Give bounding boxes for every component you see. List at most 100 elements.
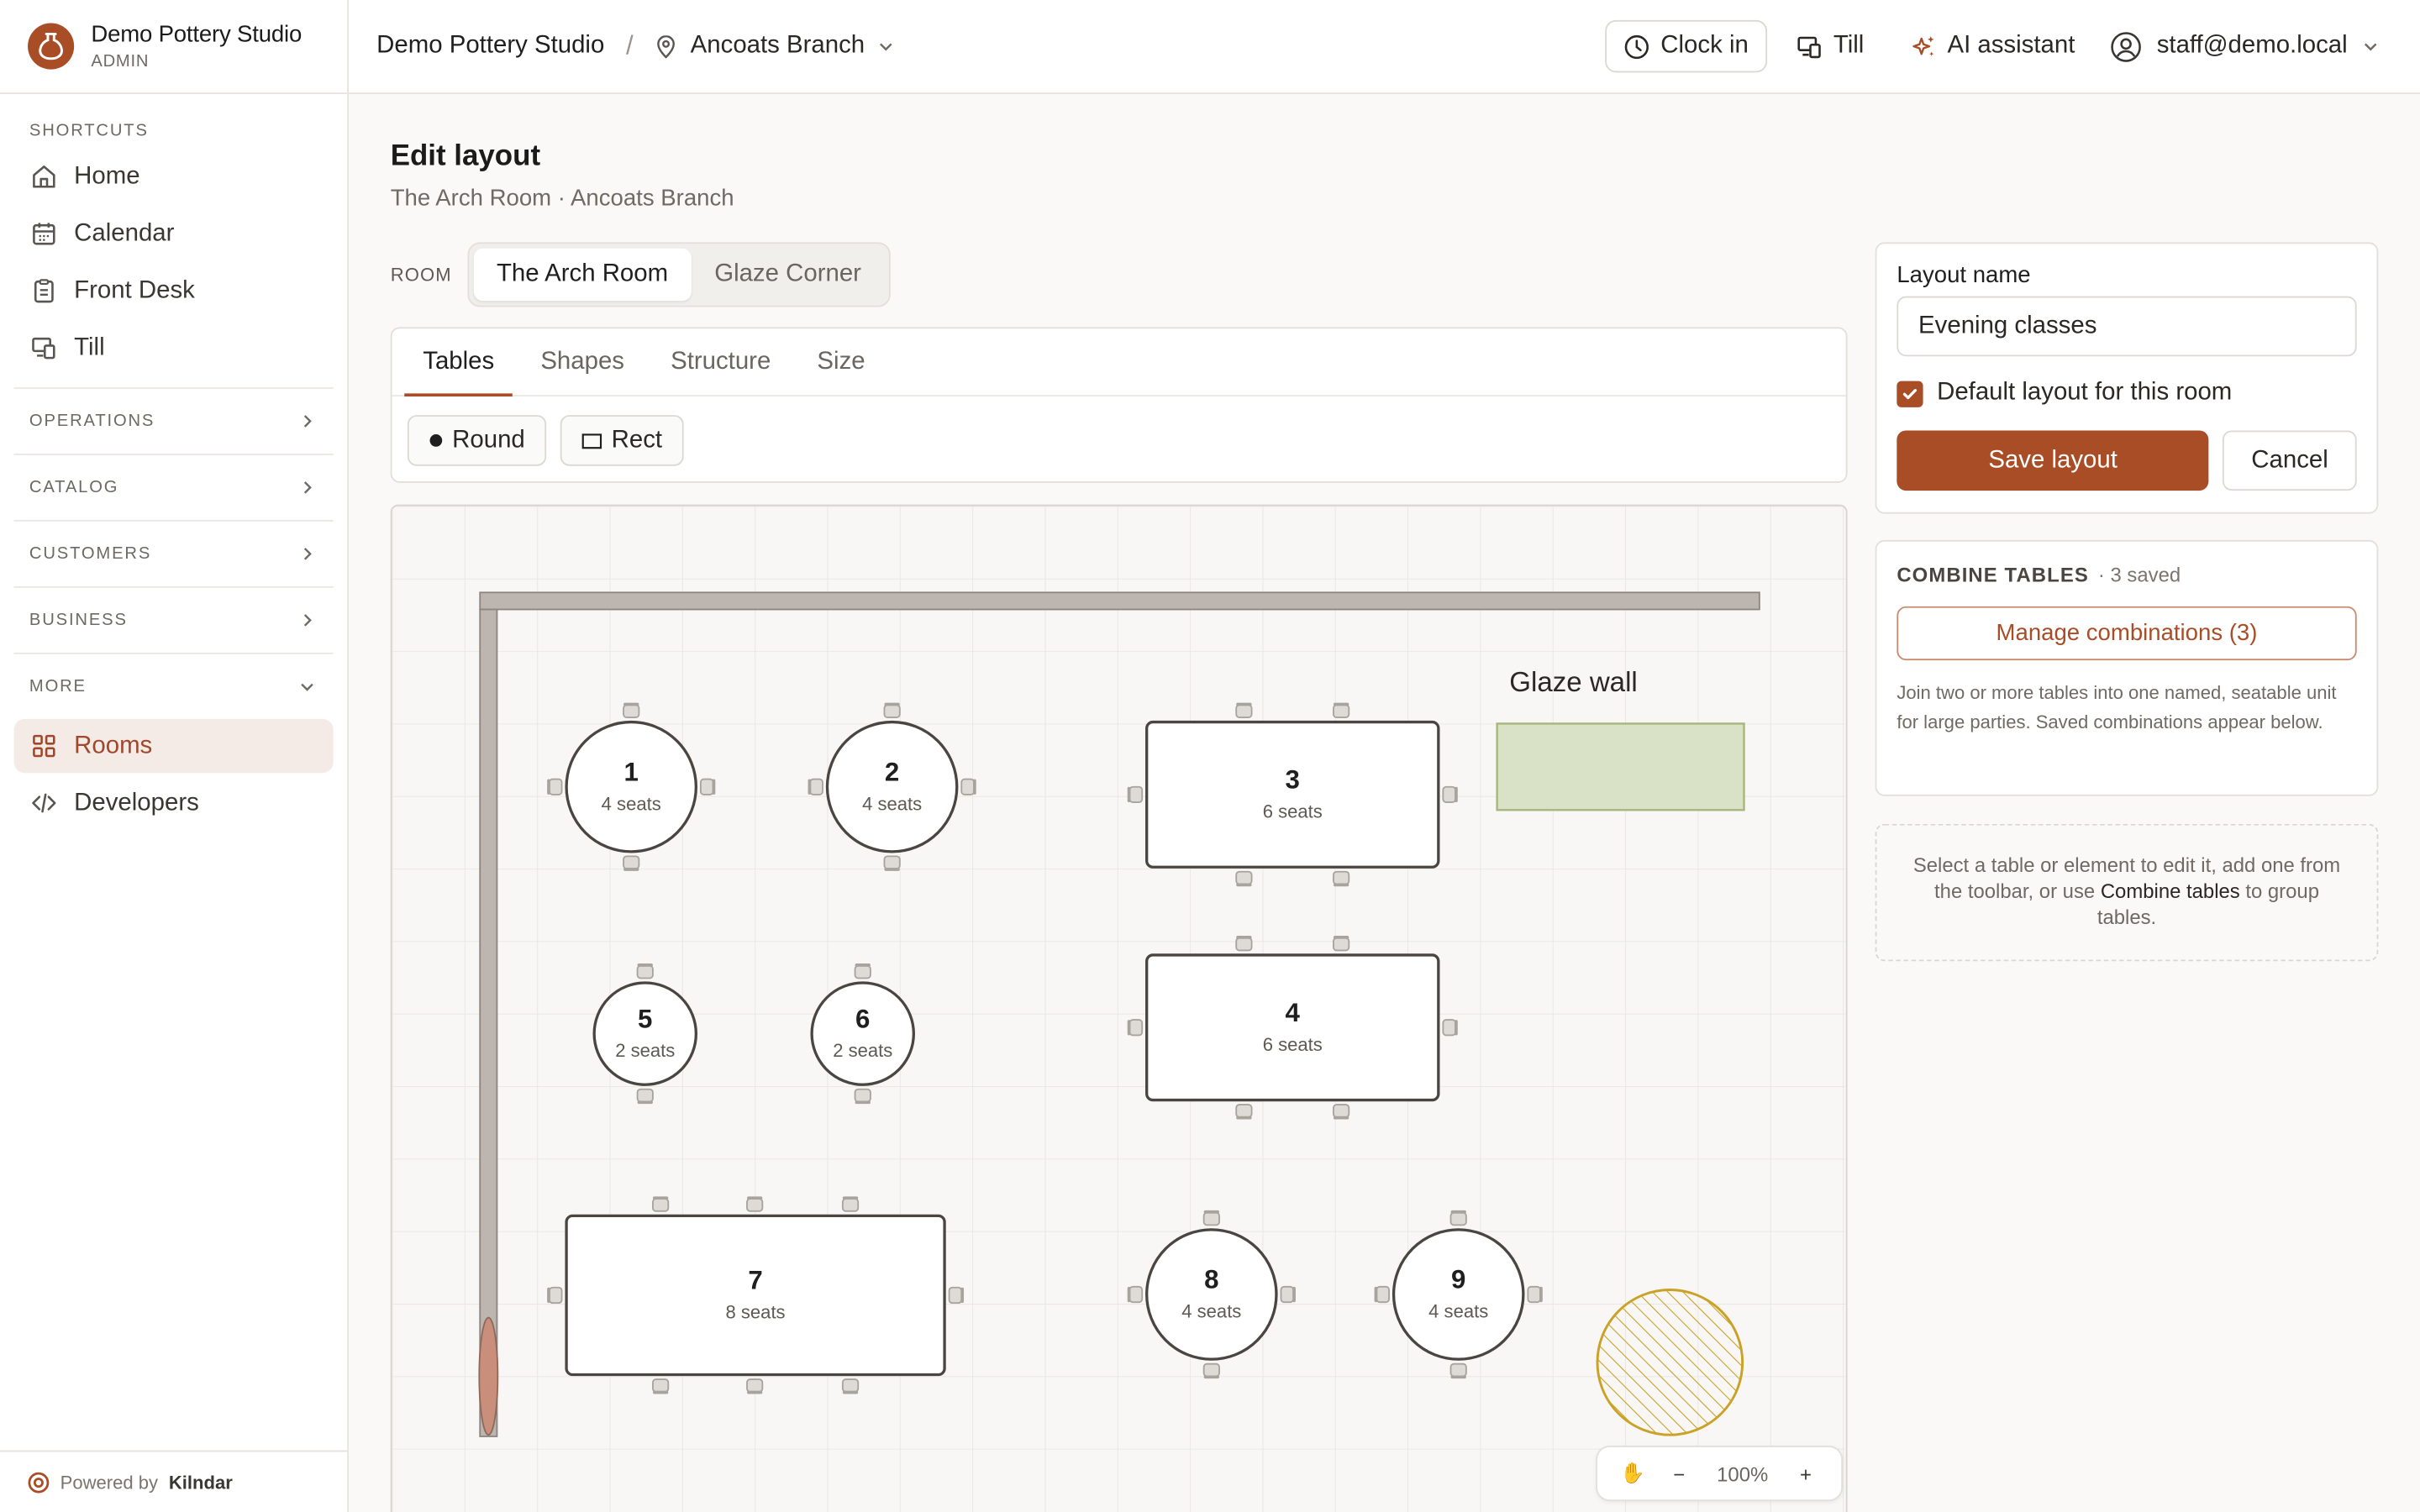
top-actions: Clock in Till AI assistant staff@demo.lo… (1605, 19, 2420, 73)
chair[interactable] (1202, 1362, 1220, 1379)
sidebar-item-calendar[interactable]: Calendar (14, 207, 334, 260)
table-seats: 2 seats (615, 1040, 675, 1061)
floor-plan-svg[interactable]: Glaze wall 1 4 seats 2 4 seats 3 6 seats 4 6 sea… (392, 506, 1848, 1512)
rect-table-3[interactable] (1145, 720, 1440, 869)
sidebar-nav: SHORTCUTS Home Calendar Front Desk Till … (0, 94, 347, 845)
nav-group-business[interactable]: BUSINESS (13, 585, 334, 653)
breadcrumb-studio[interactable]: Demo Pottery Studio (376, 33, 604, 60)
tab-tables[interactable]: Tables (404, 328, 513, 397)
chair[interactable] (1333, 1104, 1350, 1120)
rect-table-4[interactable] (1145, 953, 1440, 1102)
sidebar-item-home[interactable]: Home (14, 150, 334, 203)
chair[interactable] (808, 778, 823, 795)
chair[interactable] (547, 1286, 563, 1305)
sidebar-item-front-desk[interactable]: Front Desk (14, 264, 334, 318)
chair[interactable] (746, 1378, 764, 1394)
nav-group-customers[interactable]: CUSTOMERS (13, 519, 334, 586)
chair[interactable] (1333, 935, 1350, 952)
floor-plan-canvas[interactable]: Glaze wall 1 4 seats 2 4 seats 3 6 seats 4 6 sea… (390, 504, 1848, 1512)
chair[interactable] (1127, 1285, 1144, 1304)
round-table-1[interactable] (565, 720, 698, 853)
table-seats: 4 seats (1428, 1301, 1488, 1322)
tab-size[interactable]: Size (798, 328, 883, 395)
glaze-wall-label: Glaze wall (1509, 667, 1637, 698)
glaze-wall-zone[interactable] (1496, 722, 1745, 811)
door[interactable] (478, 1316, 499, 1436)
chair[interactable] (1235, 870, 1253, 887)
manage-combinations-button[interactable]: Manage combinations (3) (1897, 606, 2357, 661)
cancel-button[interactable]: Cancel (2223, 430, 2357, 491)
chair[interactable] (623, 702, 640, 718)
pan-hand-icon[interactable]: ✋ (1610, 1461, 1656, 1485)
room-tab-glaze-corner[interactable]: Glaze Corner (692, 249, 885, 301)
chair[interactable] (1374, 1285, 1390, 1304)
chair[interactable] (1449, 1210, 1467, 1226)
wall-left[interactable] (479, 608, 498, 1437)
chair[interactable] (1280, 1285, 1296, 1304)
chair[interactable] (547, 778, 563, 795)
chair[interactable] (948, 1286, 965, 1305)
chair[interactable] (1235, 702, 1253, 718)
sidebar-item-rooms[interactable]: Rooms (13, 718, 334, 774)
wall-top[interactable] (479, 591, 1760, 611)
round-table-9[interactable] (1392, 1228, 1525, 1361)
chair[interactable] (1235, 935, 1253, 952)
chevron-right-icon (303, 614, 312, 627)
chair[interactable] (960, 778, 976, 795)
chair[interactable] (854, 963, 871, 979)
user-menu[interactable]: staff@demo.local (2111, 30, 2381, 63)
chair[interactable] (1127, 785, 1144, 804)
chair[interactable] (841, 1196, 860, 1212)
chair[interactable] (652, 1196, 670, 1212)
chair[interactable] (652, 1378, 670, 1394)
add-rect-table-button[interactable]: Rect (560, 415, 684, 466)
zoom-out-button[interactable]: − (1656, 1462, 1702, 1485)
chair[interactable] (623, 855, 640, 871)
layout-name-input[interactable]: Evening classes (1897, 296, 2357, 357)
branch-selector[interactable]: Ancoats Branch (655, 33, 895, 60)
chair[interactable] (636, 963, 654, 979)
chair[interactable] (1442, 1019, 1458, 1037)
chair[interactable] (1449, 1362, 1467, 1379)
chair[interactable] (841, 1378, 860, 1394)
chair[interactable] (1202, 1210, 1220, 1226)
zoom-in-button[interactable]: + (1782, 1462, 1828, 1485)
chair[interactable] (1442, 785, 1458, 804)
nav-group-catalog[interactable]: CATALOG (13, 453, 334, 520)
till-button[interactable]: Till (1780, 20, 1881, 72)
chair[interactable] (699, 778, 716, 795)
tab-shapes[interactable]: Shapes (522, 328, 643, 395)
tab-structure[interactable]: Structure (652, 328, 789, 395)
rect-table-7[interactable] (565, 1214, 946, 1377)
chair[interactable] (636, 1088, 654, 1105)
round-table-5[interactable] (592, 981, 698, 1086)
default-layout-row[interactable]: Default layout for this room (1897, 380, 2356, 407)
chair[interactable] (883, 702, 901, 718)
add-round-table-button[interactable]: Round (407, 415, 547, 466)
ai-assistant-button[interactable]: AI assistant (1893, 20, 2091, 72)
topbar: Demo Pottery Studio / Ancoats Branch Clo… (349, 0, 2420, 95)
default-layout-checkbox[interactable] (1897, 380, 1923, 407)
round-table-6[interactable] (810, 981, 915, 1086)
chair[interactable] (746, 1196, 764, 1212)
round-table-8[interactable] (1145, 1228, 1278, 1361)
hatched-zone[interactable] (1596, 1289, 1744, 1436)
sidebar-item-developers[interactable]: Developers (14, 776, 334, 830)
chair[interactable] (883, 855, 901, 871)
chair[interactable] (1127, 1019, 1144, 1037)
sidebar-item-till[interactable]: Till (14, 321, 334, 375)
save-layout-button[interactable]: Save layout (1897, 430, 2209, 491)
brand[interactable]: Demo Pottery Studio ADMIN (0, 0, 348, 95)
chair[interactable] (1235, 1104, 1253, 1120)
chair[interactable] (1527, 1285, 1543, 1304)
clock-in-button[interactable]: Clock in (1605, 19, 1767, 73)
nav-group-more[interactable]: MORE (13, 652, 334, 719)
room-tab-arch-room[interactable]: The Arch Room (473, 248, 692, 302)
nav-group-operations[interactable]: OPERATIONS (13, 387, 334, 454)
round-table-2[interactable] (825, 720, 959, 853)
chair[interactable] (1333, 870, 1350, 887)
combine-tables-link[interactable]: Combine tables (2101, 879, 2240, 903)
chair[interactable] (854, 1088, 871, 1105)
powered-by[interactable]: Powered by Kilndar (0, 1450, 348, 1512)
chair[interactable] (1333, 702, 1350, 718)
